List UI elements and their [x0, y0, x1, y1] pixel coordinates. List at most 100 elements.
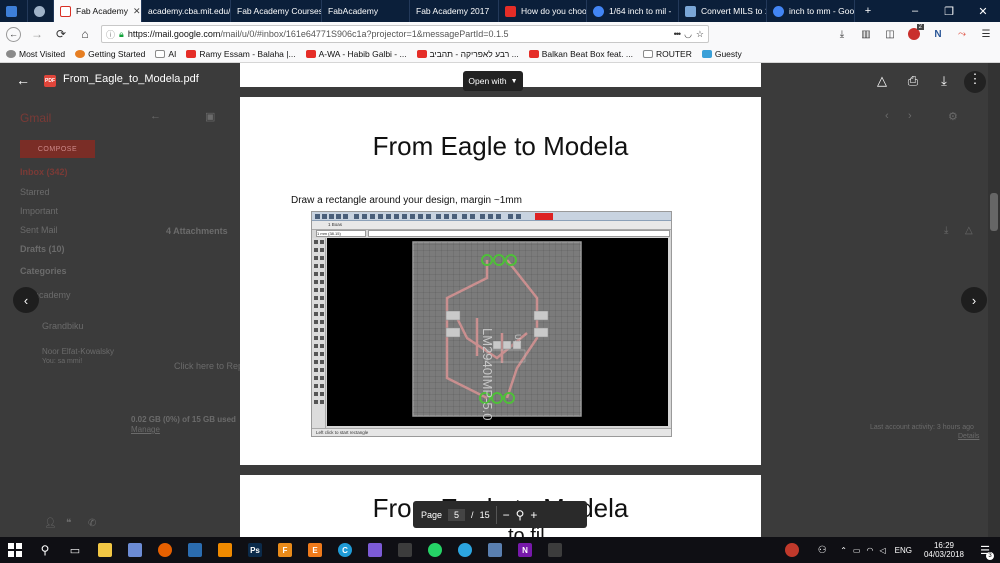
url-bar[interactable]: ⓘ 🔒︎ https://mail.google.com/mail/u/0/#i…: [101, 25, 709, 43]
volume-icon[interactable]: ◁: [879, 546, 885, 555]
bookmark-most-visited[interactable]: Most Visited: [6, 49, 65, 59]
taskbar-app[interactable]: Ps: [240, 537, 270, 563]
nav-drafts[interactable]: Drafts (10): [20, 244, 65, 254]
forward-button[interactable]: →: [29, 26, 45, 42]
scrollbar-thumb[interactable]: [990, 193, 998, 231]
tab-fab-academy-courses[interactable]: Fab Academy Courses: [231, 0, 322, 22]
taskbar-app[interactable]: E: [300, 537, 330, 563]
language-indicator[interactable]: ENG: [895, 546, 912, 555]
viewer-back-icon[interactable]: ←: [16, 72, 30, 88]
contact-name[interactable]: Noor Elfat-Kowalsky: [42, 347, 114, 356]
hangouts-icon[interactable]: ❝: [66, 518, 71, 529]
scrollbar-track[interactable]: [988, 63, 1000, 537]
next-file-button[interactable]: ›: [961, 287, 987, 313]
clock[interactable]: 16:29 04/03/2018: [924, 541, 964, 559]
tab-window-list[interactable]: [0, 0, 28, 22]
phone-icon[interactable]: ✆: [88, 518, 96, 529]
tab-inch-to-mm[interactable]: inch to mm - Goo: [767, 0, 855, 22]
adblock-icon[interactable]: 2: [906, 24, 924, 42]
taskbar-app[interactable]: [480, 537, 510, 563]
nav-inbox[interactable]: Inbox (342): [20, 167, 68, 177]
nav-important[interactable]: Important: [20, 206, 58, 216]
tab-convert-mils[interactable]: Convert MILS to 1: [679, 0, 767, 22]
tab-fabacademy[interactable]: FabAcademy: [322, 0, 410, 22]
wifi-icon[interactable]: ◠: [866, 546, 873, 555]
details-link[interactable]: Details: [958, 433, 979, 440]
tab-how-do-you-choo[interactable]: How do you choo: [499, 0, 587, 22]
lock-icon[interactable]: 🔒︎: [119, 29, 124, 40]
close-window-button[interactable]: ✕: [966, 0, 1000, 22]
menu-icon[interactable]: ☰: [978, 26, 994, 42]
nav-academy[interactable]: academy: [34, 290, 71, 300]
bookmark-a-wa[interactable]: A-WA - Habib Galbi - ...: [305, 49, 407, 59]
bookmark-getting-started[interactable]: Getting Started: [75, 49, 145, 59]
minimize-button[interactable]: –: [898, 0, 932, 22]
reply-box[interactable]: Click here to Reply: [174, 361, 250, 371]
page-actions-icon[interactable]: •••: [674, 29, 682, 39]
restore-button[interactable]: ❐: [932, 0, 966, 22]
tab-fab-academy[interactable]: Fab Academy ✕: [54, 0, 142, 22]
info-icon[interactable]: ⓘ: [106, 28, 115, 41]
print-icon[interactable]: ⎙: [905, 73, 921, 89]
download-icon[interactable]: ⤓: [834, 26, 850, 42]
taskbar-app[interactable]: N: [510, 537, 540, 563]
zoom-in-icon[interactable]: +: [530, 508, 537, 522]
people-button[interactable]: ⚇: [807, 537, 837, 563]
open-with-button-overlay[interactable]: Open with ▼: [463, 71, 523, 91]
taskbar-app[interactable]: [420, 537, 450, 563]
download-icon[interactable]: ⤓: [936, 73, 952, 89]
taskbar-app[interactable]: C: [330, 537, 360, 563]
archive-icon[interactable]: ▣: [205, 110, 215, 123]
chevron-left-icon[interactable]: ‹: [885, 110, 889, 122]
bookmark-hebrew[interactable]: רבע לאפריקה - תהביב ...: [416, 49, 519, 59]
new-tab-button[interactable]: +: [855, 0, 881, 22]
library-icon[interactable]: ▥: [858, 26, 874, 42]
chevron-up-icon[interactable]: ⌃: [840, 546, 847, 555]
action-center-button[interactable]: ☰ 3: [970, 537, 1000, 563]
previous-file-button[interactable]: ‹: [13, 287, 39, 313]
more-options-icon[interactable]: ⋮: [964, 71, 986, 93]
taskbar-app[interactable]: [540, 537, 570, 563]
bookmark-star-icon[interactable]: ☆: [696, 29, 704, 40]
taskbar-app[interactable]: [90, 537, 120, 563]
sync-icon[interactable]: ⤳: [954, 26, 970, 42]
network-icon[interactable]: ▭: [853, 546, 861, 555]
taskbar-app[interactable]: [150, 537, 180, 563]
drive-icon[interactable]: △: [965, 225, 973, 236]
nav-starred[interactable]: Starred: [20, 187, 50, 197]
zoom-out-icon[interactable]: −: [503, 508, 510, 522]
drive-add-icon[interactable]: △: [874, 73, 890, 89]
bookmark-router[interactable]: ROUTER: [642, 49, 692, 59]
taskbar-app[interactable]: [360, 537, 390, 563]
bookmark-guesty[interactable]: Guesty: [701, 49, 742, 59]
compose-button[interactable]: COMPOSE: [20, 140, 95, 158]
start-button[interactable]: [0, 537, 30, 563]
home-button[interactable]: ⌂: [77, 26, 93, 42]
bookmark-balkan[interactable]: Balkan Beat Box feat. ...: [528, 49, 633, 59]
taskbar-app[interactable]: [210, 537, 240, 563]
chevron-right-icon[interactable]: ›: [908, 110, 912, 122]
sidebar-icon[interactable]: ◫: [882, 26, 898, 42]
close-icon[interactable]: ✕: [133, 6, 141, 17]
tab-fab-academy-2017[interactable]: Fab Academy 2017: [410, 0, 499, 22]
extension-n-icon[interactable]: N: [930, 26, 946, 42]
zoom-icon[interactable]: ⚲: [516, 508, 525, 522]
tab-inch-to-mil[interactable]: 1/64 inch to mil -: [587, 0, 679, 22]
bookmark-ramy-essam[interactable]: Ramy Essam - Balaha |...: [186, 49, 296, 59]
tab-globe[interactable]: [28, 0, 54, 22]
back-arrow-icon[interactable]: ←: [150, 110, 161, 122]
contact-name[interactable]: Grandbiku: [42, 321, 84, 331]
page-number-input[interactable]: 5: [448, 508, 466, 521]
bookmark-ai[interactable]: AI: [155, 49, 176, 59]
back-button[interactable]: ←: [6, 26, 21, 42]
manage-link[interactable]: Manage: [131, 425, 160, 434]
taskbar-app[interactable]: [450, 537, 480, 563]
reload-button[interactable]: ⟳: [53, 26, 69, 42]
search-button[interactable]: ⚲: [30, 537, 60, 563]
taskbar-app[interactable]: [390, 537, 420, 563]
task-view-button[interactable]: ▭: [60, 537, 90, 563]
settings-icon[interactable]: ⚙︎: [948, 110, 958, 123]
tray-red-app[interactable]: [777, 537, 807, 563]
taskbar-app[interactable]: F: [270, 537, 300, 563]
tab-academy-cba[interactable]: academy.cba.mit.edu/: [142, 0, 231, 22]
